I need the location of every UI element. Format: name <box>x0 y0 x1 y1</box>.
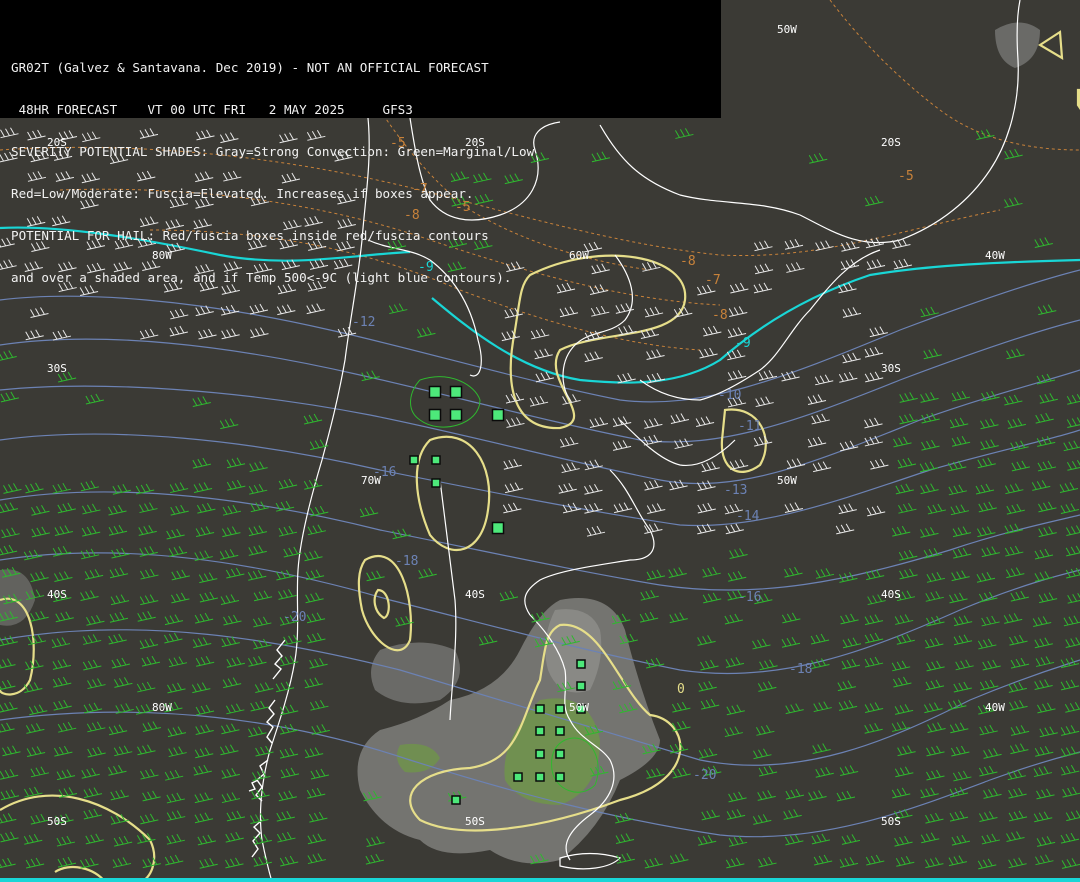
header-line: Red=Low/Moderate: Fuscia=Elevated. Incre… <box>11 186 474 201</box>
temp-label-blue: -11 <box>738 419 761 434</box>
temp-label-yellow: 0 <box>677 682 685 697</box>
temp-label-blue: -9 <box>735 336 751 351</box>
temp-label-blue: -18 <box>789 662 812 677</box>
header-line: POTENTIAL FOR HAIL: Red/fuscia boxes ins… <box>11 228 489 243</box>
hail-box <box>449 408 463 422</box>
lon-label: 40W <box>985 249 1005 262</box>
lat-label: 40S <box>47 588 67 601</box>
hail-box <box>431 478 441 488</box>
hail-box <box>555 749 565 759</box>
hail-box <box>535 772 545 782</box>
header-line: SEVERITY POTENTIAL SHADES: Gray=Strong C… <box>11 144 535 159</box>
lon-label: 40W <box>985 701 1005 714</box>
hail-box <box>576 659 586 669</box>
hail-box <box>555 704 565 714</box>
hail-box <box>449 385 463 399</box>
hail-box <box>428 385 442 399</box>
lat-label: 40S <box>465 588 485 601</box>
lon-label: 50W <box>777 23 797 36</box>
bottom-border <box>0 878 1080 882</box>
hail-box <box>431 455 441 465</box>
gray-shade-west <box>371 642 460 704</box>
hail-box <box>555 772 565 782</box>
header-line: and over a shaded area, and if Temp 500<… <box>11 270 512 285</box>
hail-box <box>409 455 419 465</box>
temp-label-blue: -13 <box>724 483 747 498</box>
hail-box <box>491 408 505 422</box>
lon-label: 50W <box>777 474 797 487</box>
temp-label-blue: -10 <box>718 388 741 403</box>
lon-label: 80W <box>152 701 172 714</box>
temp-label-blue: -14 <box>736 509 760 524</box>
temp-label-orange: -5 <box>898 169 914 184</box>
temp-label-blue: -16 <box>373 465 396 480</box>
temp-label-orange: -8 <box>712 308 728 323</box>
hail-box <box>555 726 565 736</box>
temp-label-blue: -16 <box>738 590 761 605</box>
hail-box <box>576 681 586 691</box>
lat-label: 20S <box>881 136 901 149</box>
lat-label: 50S <box>47 815 67 828</box>
temp-label-blue: -20 <box>693 768 716 783</box>
hail-box <box>513 772 523 782</box>
lat-label: 30S <box>47 362 67 375</box>
hail-box <box>451 795 461 805</box>
hail-box <box>535 749 545 759</box>
header-line: GR02T (Galvez & Santavana. Dec 2019) - N… <box>11 60 489 75</box>
hail-box <box>535 704 545 714</box>
forecast-header: GR02T (Galvez & Santavana. Dec 2019) - N… <box>0 0 721 285</box>
hail-box <box>428 408 442 422</box>
lat-label: 30S <box>881 362 901 375</box>
temp-label-blue: -12 <box>352 315 375 330</box>
hail-box <box>491 521 505 535</box>
hail-box <box>535 726 545 736</box>
lat-label: 40S <box>881 588 901 601</box>
temp-label-blue: -18 <box>395 554 418 569</box>
header-line: 48HR FORECAST VT 00 UTC FRI 2 MAY 2025 G… <box>11 102 413 117</box>
lat-label: 50S <box>881 815 901 828</box>
lon-label: 50W <box>569 701 589 714</box>
temp-label-blue: -20 <box>283 610 306 625</box>
lat-label: 50S <box>465 815 485 828</box>
